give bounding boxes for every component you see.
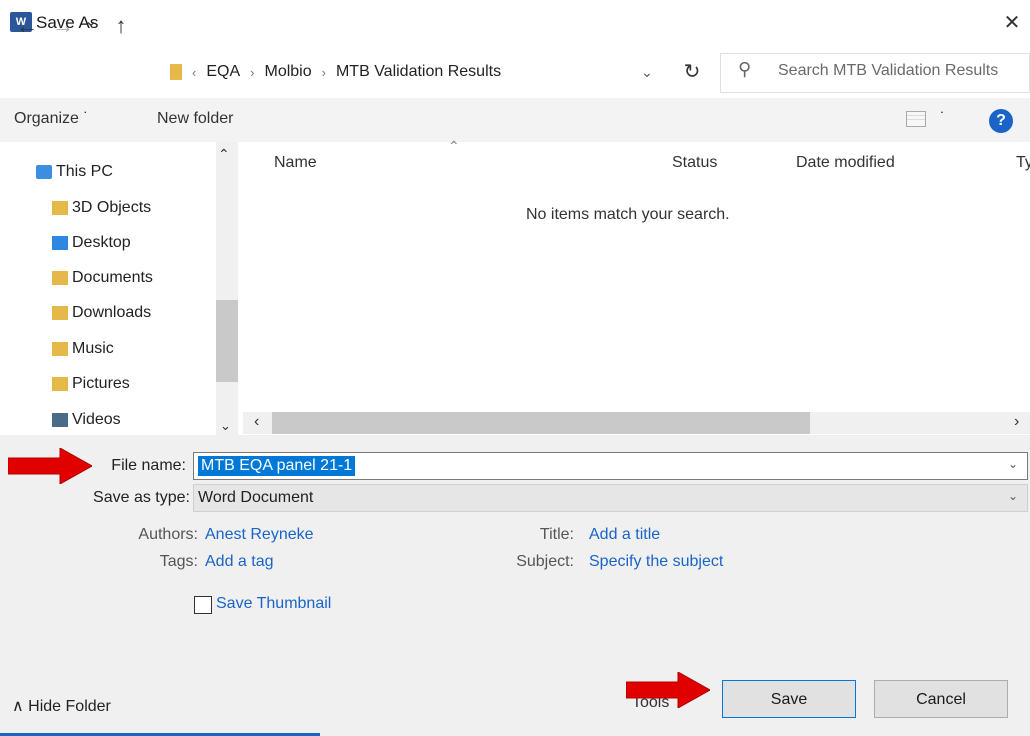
sidebar-item-label: Videos (72, 411, 121, 428)
authors-label: Authors: (138, 526, 198, 543)
documents-icon (52, 271, 68, 285)
3d-objects-icon (52, 201, 68, 215)
title-bar (0, 0, 1030, 46)
new-folder-button[interactable]: New folder (157, 110, 233, 128)
folder-icon (170, 64, 182, 80)
pictures-icon (52, 377, 68, 391)
computer-icon (36, 165, 52, 179)
sidebar-item-this-pc[interactable]: This PC (36, 157, 113, 187)
scroll-down-icon[interactable]: ⌄ (220, 418, 231, 434)
scroll-up-icon[interactable]: ⌃ (218, 146, 230, 163)
save-as-type-select[interactable] (193, 484, 1028, 512)
empty-results-message: No items match your search. (526, 206, 730, 223)
search-placeholder: Search MTB Validation Results (778, 62, 999, 79)
save-as-type-value: Word Document (198, 489, 314, 506)
column-header-type[interactable]: Ty (1016, 154, 1030, 172)
close-icon[interactable]: ✕ (998, 9, 1026, 37)
sidebar-item-downloads[interactable]: Downloads (52, 298, 151, 328)
change-view-icon[interactable] (906, 111, 926, 127)
save-button[interactable]: Save (722, 680, 856, 718)
tags-field[interactable]: Add a tag (205, 553, 274, 571)
save-as-type-label: Save as type: (93, 489, 190, 506)
downloads-icon (52, 306, 68, 320)
sort-ascending-icon: ⌃ (448, 138, 460, 154)
help-icon[interactable]: ? (989, 109, 1013, 133)
sidebar-scrollbar[interactable] (216, 142, 238, 435)
title-field[interactable]: Add a title (589, 526, 660, 544)
subject-label: Subject: (516, 553, 574, 570)
sidebar-item-videos[interactable]: Videos (52, 405, 121, 435)
scroll-left-icon[interactable]: ‹ (254, 413, 259, 431)
column-header-name[interactable]: Name (274, 154, 317, 172)
forward-arrow-icon[interactable]: → (48, 10, 78, 42)
file-name-label: File name: (111, 457, 186, 474)
hide-folders-button[interactable]: ∧ Hide Folder (12, 696, 111, 716)
sidebar-item-label: Music (72, 340, 114, 357)
sidebar-item-documents[interactable]: Documents (52, 263, 153, 293)
save-thumbnail-checkbox[interactable] (194, 596, 212, 614)
save-thumbnail-label[interactable]: Save Thumbnail (216, 595, 331, 613)
subject-field[interactable]: Specify the subject (589, 553, 723, 571)
sidebar-item-desktop[interactable]: Desktop (52, 228, 131, 258)
sidebar-item-music[interactable]: Music (52, 334, 114, 364)
breadcrumb-molbio[interactable]: Molbio (264, 63, 311, 81)
cancel-button[interactable]: Cancel (874, 680, 1008, 718)
desktop-folder-icon (52, 236, 68, 250)
address-bar[interactable]: ‹ EQA › Molbio › MTB Validation Results (164, 54, 704, 90)
up-arrow-icon[interactable]: ↑ (106, 10, 136, 42)
column-header-status[interactable]: Status (672, 154, 717, 172)
sidebar-item-label: Pictures (72, 375, 130, 392)
refresh-icon[interactable]: ↻ (672, 54, 712, 90)
sidebar-scrollbar-thumb[interactable] (216, 300, 238, 382)
hide-folders-label: Hide Folder (28, 698, 111, 715)
sidebar-item-label: This PC (56, 163, 113, 180)
address-dropdown-chevron-icon[interactable]: ⌄ (632, 54, 662, 90)
organize-button[interactable]: Organize ˙ (14, 110, 89, 128)
breadcrumb-mtb-validation-results[interactable]: MTB Validation Results (336, 63, 501, 81)
red-arrow-annotation (626, 672, 710, 708)
sidebar-item-label: 3D Objects (72, 199, 152, 216)
column-header-date-modified[interactable]: Date modified (796, 154, 895, 172)
music-icon (52, 342, 68, 356)
breadcrumb-separator: › (250, 64, 255, 80)
breadcrumb-separator: › (321, 64, 326, 80)
tags-label: Tags: (159, 553, 198, 570)
chevron-up-icon: ∧ (12, 698, 24, 715)
search-icon: ⚲ (738, 59, 752, 79)
sidebar-item-pictures[interactable]: Pictures (52, 369, 130, 399)
sidebar-item-label: Desktop (72, 234, 131, 251)
red-arrow-annotation (8, 448, 92, 484)
videos-icon (52, 413, 68, 427)
back-arrow-icon[interactable]: ← (12, 10, 42, 42)
file-name-dropdown-chevron-icon[interactable]: ⌄ (1008, 457, 1018, 471)
authors-field[interactable]: Anest Reyneke (205, 526, 314, 544)
file-list-horizontal-scrollbar-thumb[interactable] (272, 412, 810, 434)
file-list-pane (238, 142, 1030, 435)
view-options-chevron-icon[interactable]: ˙ (940, 110, 945, 128)
breadcrumb-eqa[interactable]: EQA (206, 63, 240, 81)
sidebar-item-label: Documents (72, 269, 153, 286)
scroll-right-icon[interactable]: › (1014, 413, 1019, 431)
sidebar-item-3d-objects[interactable]: 3D Objects (52, 193, 151, 223)
save-as-type-chevron-icon[interactable]: ⌄ (1008, 489, 1018, 503)
recent-locations-chevron-icon[interactable]: ⌄ (80, 6, 102, 38)
title-label: Title: (539, 526, 574, 543)
command-toolbar (0, 98, 1030, 142)
sidebar-item-label: Downloads (72, 304, 152, 321)
file-name-value[interactable]: MTB EQA panel 21-1 (198, 456, 356, 476)
breadcrumb-separator: ‹ (192, 64, 197, 80)
